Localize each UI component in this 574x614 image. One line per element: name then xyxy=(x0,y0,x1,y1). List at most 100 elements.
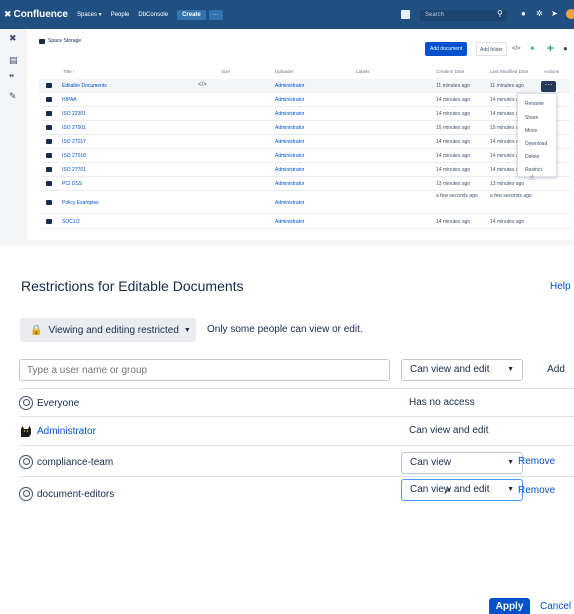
row-created: 15 minutes ago xyxy=(436,125,471,131)
group-icon xyxy=(19,396,33,410)
user-group-input[interactable] xyxy=(19,359,390,381)
menu-item-share[interactable]: Share xyxy=(525,115,538,121)
col-labels[interactable]: Labels xyxy=(356,69,370,74)
row-uploader[interactable]: Administrator xyxy=(275,125,304,131)
row-title[interactable]: ISO 27018 xyxy=(62,153,86,159)
col-uploader[interactable]: Uploader xyxy=(275,69,294,74)
table-row[interactable]: Policy Examples Administrator a few seco… xyxy=(39,191,570,214)
row-title[interactable]: HIPAA xyxy=(62,97,77,103)
menu-item-download[interactable]: Download xyxy=(525,141,547,147)
user-avatar-icon xyxy=(21,426,31,437)
create-button[interactable]: Create xyxy=(177,9,206,20)
permission-select[interactable]: Can view and edit ▼ xyxy=(401,479,523,501)
principal: Everyone xyxy=(19,396,79,410)
table-row[interactable]: ISO 27017 Administrator 14 minutes ago 1… xyxy=(39,135,570,149)
remove-link[interactable]: Remove xyxy=(518,485,555,496)
row-title[interactable]: SOC1/2 xyxy=(62,219,80,225)
breadcrumb-label: Space Storage xyxy=(48,38,82,44)
row-uploader[interactable]: Administrator xyxy=(275,111,304,117)
chevron-down-icon: ▼ xyxy=(507,366,514,373)
row-actions-button[interactable]: ··· xyxy=(541,81,556,92)
row-uploader[interactable]: Administrator xyxy=(275,97,304,103)
row-title[interactable]: ISO 27701 xyxy=(62,167,86,173)
new-permission-select[interactable]: Can view and edit ▼ xyxy=(401,359,523,381)
user-avatar[interactable] xyxy=(566,9,574,19)
add-document-button[interactable]: Add document xyxy=(425,42,468,56)
help-icon[interactable]: ● xyxy=(521,9,526,18)
people-link[interactable]: People xyxy=(111,12,130,18)
left-sidebar: ✖ ▤ ❞ ✎ xyxy=(0,29,27,240)
row-created: 11 minutes ago xyxy=(436,83,470,89)
col-actions: Actions xyxy=(544,69,560,74)
folder-icon xyxy=(39,38,45,44)
dbconsole-link[interactable]: DbConsole xyxy=(138,12,168,18)
menu-item-move[interactable]: Move xyxy=(525,128,537,134)
col-modified[interactable]: Last Modified Date xyxy=(490,69,528,74)
row-uploader[interactable]: Administrator xyxy=(275,181,304,187)
help-circle-icon[interactable]: ● xyxy=(563,44,568,53)
puzzle-icon[interactable]: ✦ xyxy=(529,44,536,53)
row-modified: a few seconds ago xyxy=(490,193,532,199)
permission-value: Can view and edit xyxy=(409,425,489,436)
principal[interactable]: Administrator xyxy=(19,424,96,438)
settings-icon[interactable]: ✲ xyxy=(536,9,543,18)
code-icon[interactable]: </> xyxy=(512,46,521,52)
attachments-icon[interactable]: ✎ xyxy=(9,91,17,102)
row-title[interactable]: ISO 27017 xyxy=(62,139,86,145)
col-created[interactable]: Creation Date xyxy=(436,69,464,74)
search-icon[interactable]: ⚲ xyxy=(497,9,503,18)
add-button[interactable]: Add xyxy=(536,359,574,381)
pages-icon[interactable]: ▤ xyxy=(9,55,18,66)
cancel-button[interactable]: Cancel xyxy=(540,601,571,612)
table-row[interactable]: Editable Documents </> Administrator 11 … xyxy=(39,79,570,93)
col-title[interactable]: Title ↑ xyxy=(63,69,75,74)
table-row[interactable]: ISO 27001 Administrator 15 minutes ago 1… xyxy=(39,121,570,135)
remove-link[interactable]: Remove xyxy=(518,456,555,467)
menu-item-rename[interactable]: Rename xyxy=(525,101,544,107)
spaces-menu[interactable]: Spaces ▾ xyxy=(77,11,102,18)
app-switcher-icon[interactable] xyxy=(401,10,410,19)
table-row[interactable]: ISO 22301 Administrator 14 minutes ago 1… xyxy=(39,107,570,121)
search-input[interactable]: Search xyxy=(420,10,507,21)
notifications-icon[interactable]: ➤ xyxy=(551,9,558,18)
row-created: 14 minutes ago xyxy=(436,111,471,117)
blog-icon[interactable]: ❞ xyxy=(9,73,14,84)
permission-select[interactable]: Can view ▼ xyxy=(401,452,523,474)
pointer-cursor-icon: ☝ xyxy=(529,173,534,182)
apply-button[interactable]: Apply xyxy=(489,598,530,614)
confluence-logo[interactable]: ✖ Confluence xyxy=(4,9,68,20)
row-uploader[interactable]: Administrator xyxy=(275,200,304,206)
row-created: 14 minutes ago xyxy=(436,167,471,173)
row-uploader[interactable]: Administrator xyxy=(275,167,304,173)
chevron-down-icon: ▼ xyxy=(183,326,191,334)
space-logo-icon[interactable]: ✖ xyxy=(9,33,17,44)
row-uploader[interactable]: Administrator xyxy=(275,139,304,145)
row-title[interactable]: Editable Documents xyxy=(62,83,107,89)
row-uploader[interactable]: Administrator xyxy=(275,153,304,159)
create-more-button[interactable]: ··· xyxy=(208,9,223,20)
row-uploader[interactable]: Administrator xyxy=(275,219,304,225)
row-created: 13 minutes ago xyxy=(436,181,471,187)
add-folder-button[interactable]: Add folder xyxy=(476,42,507,56)
row-uploader[interactable]: Administrator xyxy=(275,83,304,89)
table-row[interactable]: PCI DSS Administrator 13 minutes ago 13 … xyxy=(39,177,570,191)
row-title[interactable]: ISO 27001 xyxy=(62,125,86,131)
plugin-icon[interactable]: ✚ xyxy=(547,44,554,53)
row-created: 14 minutes ago xyxy=(436,153,471,159)
restriction-mode-dropdown[interactable]: 🔒 Viewing and editing restricted ▼ xyxy=(20,318,196,342)
principal-name[interactable]: Administrator xyxy=(37,426,96,437)
breadcrumb[interactable]: Space Storage xyxy=(39,38,81,44)
table-row[interactable]: ISO 27018 Administrator 14 minutes ago 1… xyxy=(39,149,570,163)
table-row[interactable]: ISO 27701 Administrator 14 minutes ago 1… xyxy=(39,163,570,177)
row-title[interactable]: Policy Examples xyxy=(62,200,99,206)
table-row[interactable]: HIPAA Administrator 14 minutes ago 14 mi… xyxy=(39,93,570,107)
row-title[interactable]: ISO 22301 xyxy=(62,111,86,117)
help-link[interactable]: Help xyxy=(550,281,571,292)
col-size[interactable]: Size xyxy=(221,69,230,74)
table-row[interactable]: SOC1/2 Administrator 14 minutes ago 14 m… xyxy=(39,215,570,229)
confluence-logo-icon: ✖ xyxy=(4,9,12,19)
row-created: a few seconds ago xyxy=(436,193,478,199)
folder-icon xyxy=(46,167,52,172)
row-title[interactable]: PCI DSS xyxy=(62,181,82,187)
menu-item-delete[interactable]: Delete xyxy=(525,154,539,160)
